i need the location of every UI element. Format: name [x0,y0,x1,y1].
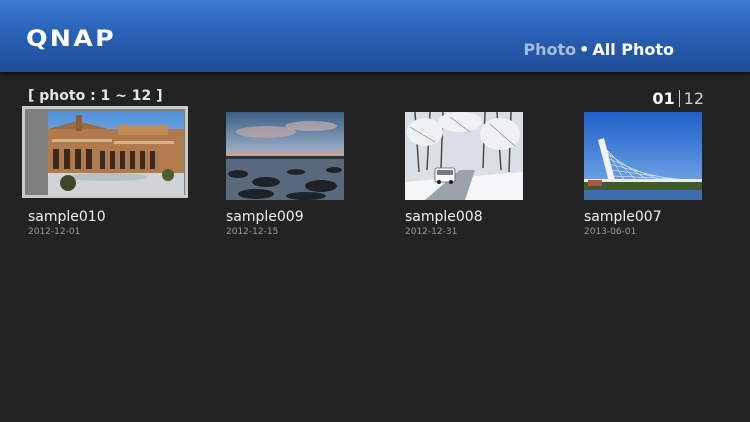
breadcrumb-separator: • [579,40,590,59]
thumbnail-frame [584,112,702,200]
photo-title: sample007 [584,209,662,225]
photo-date: 2012-12-15 [226,227,279,237]
photo-thumbnail[interactable] [584,112,702,200]
photo-thumbnail[interactable] [405,112,523,200]
breadcrumb-all-photo: All Photo [592,40,674,59]
photo-thumbnail[interactable] [226,112,344,200]
breadcrumb: Photo • All Photo [523,40,674,59]
qnap-logo: QNAP [26,27,117,52]
photo-date: 2012-12-31 [405,227,458,237]
thumbnail-frame [405,112,523,200]
current-page: 01 [652,89,675,108]
photo-title: sample009 [226,209,304,225]
photo-thumbnail[interactable] [48,111,184,196]
photo-title: sample008 [405,209,483,225]
photo-range-label: [ photo : 1 ~ 12 ] [28,88,163,104]
total-pages: 12 [683,89,704,108]
page-divider [678,90,680,107]
top-bar: QNAP Photo • All Photo [0,0,750,72]
thumbnail-frame [226,112,344,200]
selection-frame [22,106,188,198]
photo-title: sample010 [28,209,106,225]
photo-date: 2012-12-01 [28,227,81,237]
page-indicator: 01 12 [652,89,704,108]
breadcrumb-photo[interactable]: Photo [523,40,576,59]
photo-date: 2013-06-01 [584,227,637,237]
